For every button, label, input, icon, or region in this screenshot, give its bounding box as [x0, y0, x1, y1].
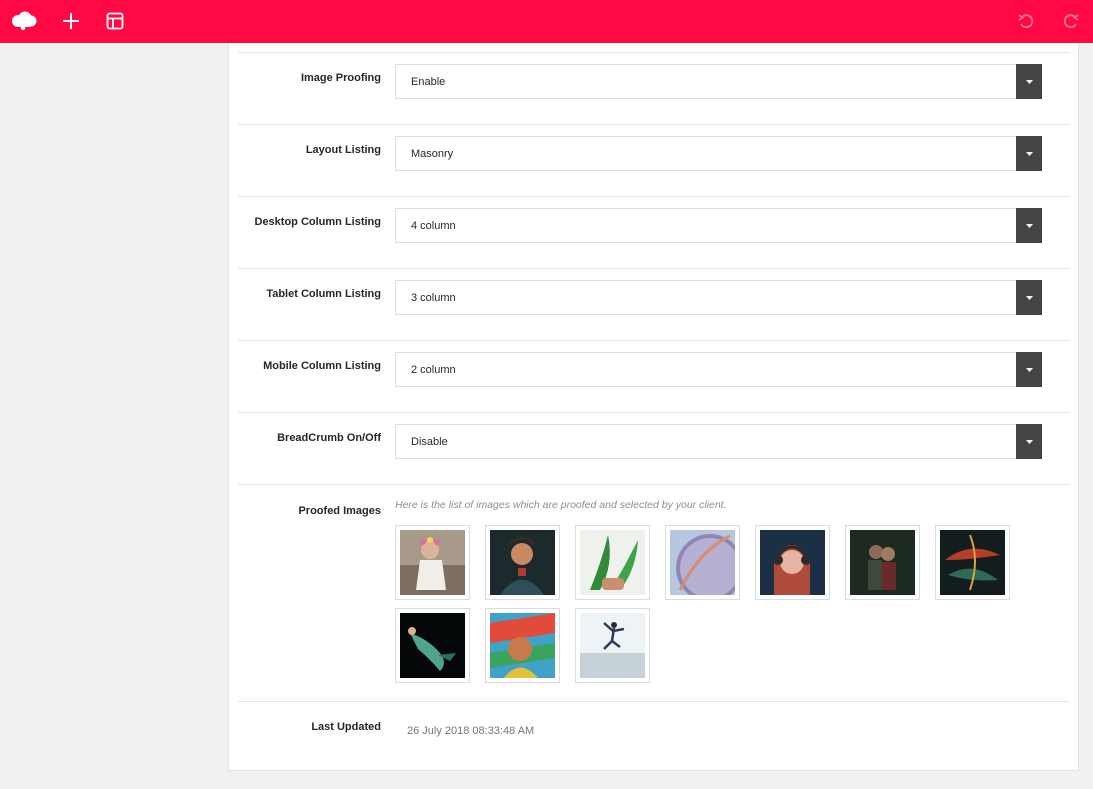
chevron-down-icon[interactable]	[1016, 64, 1042, 99]
fern-leaves-image	[580, 530, 645, 595]
woman-headphones-image	[760, 530, 825, 595]
proofed-image-thumb[interactable]	[485, 525, 560, 600]
chevron-down-icon[interactable]	[1016, 352, 1042, 387]
setting-row-layout-listing: Layout Listing Masonry	[238, 124, 1070, 196]
couple-dark-image	[850, 530, 915, 595]
underwater-diver-image	[400, 613, 465, 678]
setting-label: BreadCrumb On/Off	[277, 432, 381, 444]
top-toolbar	[0, 0, 1093, 43]
select-value: 2 column	[411, 364, 456, 376]
redo-icon	[1063, 14, 1079, 29]
add-button[interactable]	[56, 7, 86, 35]
last-updated-value: 26 July 2018 08:33:48 AM	[407, 725, 535, 737]
layout-listing-select[interactable]: Masonry	[395, 136, 1042, 171]
cloud-logo-icon[interactable]	[9, 7, 39, 35]
tablet-column-select[interactable]: 3 column	[395, 280, 1042, 315]
settings-panel: Image Proofing Enable Layout Listing Mas…	[228, 43, 1079, 771]
colorful-painted-woman-image	[490, 613, 555, 678]
layout-icon	[106, 12, 124, 30]
setting-label: Tablet Column Listing	[266, 288, 381, 300]
desktop-column-select[interactable]: 4 column	[395, 208, 1042, 243]
tropical-leaves-image	[940, 530, 1005, 595]
setting-row-image-proofing: Image Proofing Enable	[238, 52, 1070, 124]
setting-row-desktop-columns: Desktop Column Listing 4 column	[238, 196, 1070, 268]
setting-label: Proofed Images	[298, 505, 381, 517]
person-jumping-snow-image	[580, 613, 645, 678]
chevron-down-icon[interactable]	[1016, 136, 1042, 171]
breadcrumb-select[interactable]: Disable	[395, 424, 1042, 459]
proofed-image-thumb[interactable]	[395, 608, 470, 683]
proofed-image-thumb[interactable]	[485, 608, 560, 683]
chevron-down-icon[interactable]	[1016, 280, 1042, 315]
setting-label: Desktop Column Listing	[254, 216, 382, 228]
undo-icon	[1018, 14, 1034, 29]
plus-icon	[63, 13, 79, 29]
select-value: 4 column	[411, 220, 456, 232]
select-value: Disable	[411, 436, 448, 448]
woman-flower-crown-image	[400, 530, 465, 595]
setting-label: Last Updated	[311, 721, 381, 733]
proofed-image-thumb[interactable]	[575, 525, 650, 600]
setting-label: Mobile Column Listing	[263, 360, 381, 372]
setting-label: Image Proofing	[300, 72, 381, 84]
select-value: 3 column	[411, 292, 456, 304]
setting-row-breadcrumb: BreadCrumb On/Off Disable	[238, 412, 1070, 484]
proofed-image-thumb[interactable]	[755, 525, 830, 600]
mobile-column-select[interactable]: 2 column	[395, 352, 1042, 387]
proofed-image-thumb[interactable]	[845, 525, 920, 600]
select-value: Masonry	[411, 148, 454, 160]
layout-button[interactable]	[100, 7, 130, 35]
proofed-image-thumb[interactable]	[575, 608, 650, 683]
setting-label: Layout Listing	[305, 144, 381, 156]
setting-row-proofed-images: Proofed Images Here is the list of image…	[238, 484, 1070, 701]
proofed-image-thumb[interactable]	[395, 525, 470, 600]
setting-row-mobile-columns: Mobile Column Listing 2 column	[238, 340, 1070, 412]
proofed-image-thumb[interactable]	[665, 525, 740, 600]
redo-button[interactable]	[1056, 7, 1086, 35]
proofed-images-note: Here is the list of images which are pro…	[395, 499, 727, 511]
image-proofing-select[interactable]: Enable	[395, 64, 1042, 99]
setting-row-last-updated: Last Updated 26 July 2018 08:33:48 AM	[238, 701, 1070, 761]
proofed-image-thumb[interactable]	[935, 525, 1010, 600]
undo-button[interactable]	[1011, 7, 1041, 35]
chevron-down-icon[interactable]	[1016, 424, 1042, 459]
man-portrait-image	[490, 530, 555, 595]
select-value: Enable	[411, 76, 446, 88]
setting-row-tablet-columns: Tablet Column Listing 3 column	[238, 268, 1070, 340]
chevron-down-icon[interactable]	[1016, 208, 1042, 243]
lavender-plate-image	[670, 530, 735, 595]
